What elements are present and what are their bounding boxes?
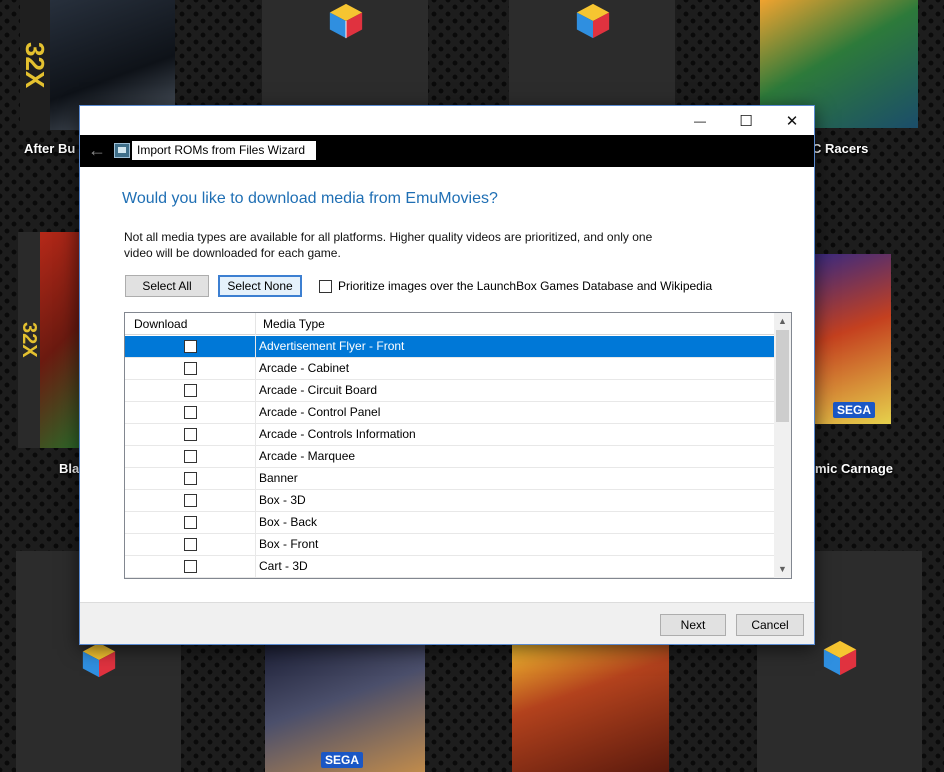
table-row[interactable]: Box - Front bbox=[125, 534, 774, 556]
download-cell[interactable] bbox=[125, 468, 256, 490]
sega-logo: SEGA bbox=[321, 752, 364, 768]
media-type-cell[interactable]: Advertisement Flyer - Front bbox=[256, 336, 774, 358]
page-heading: Would you like to download media from Em… bbox=[122, 190, 498, 207]
media-type-cell[interactable]: Arcade - Controls Information bbox=[256, 424, 774, 446]
minimize-button[interactable]: — bbox=[677, 106, 723, 135]
wizard-nav-bar: ← Import ROMs from Files Wizard bbox=[80, 135, 814, 167]
game-cover-blackthorne[interactable]: 32X bbox=[18, 232, 82, 448]
download-cell[interactable] bbox=[125, 512, 256, 534]
download-checkbox[interactable] bbox=[184, 384, 197, 397]
next-button[interactable]: Next bbox=[660, 614, 726, 636]
column-header-media-type[interactable]: Media Type bbox=[256, 313, 774, 335]
game-label-cosmic-carnage: mic Carnage bbox=[815, 461, 894, 476]
game-label-after-burner: After Bu bbox=[24, 141, 76, 156]
wizard-app-icon bbox=[114, 143, 130, 158]
sega-32x-logo: 32X bbox=[18, 232, 40, 448]
media-type-cell[interactable]: Banner bbox=[256, 468, 774, 490]
launchbox-cube-icon bbox=[576, 3, 610, 39]
media-type-cell[interactable]: Arcade - Circuit Board bbox=[256, 380, 774, 402]
download-checkbox[interactable] bbox=[184, 406, 197, 419]
import-roms-dialog: — ☐ ✕ ← Import ROMs from Files Wizard Wo… bbox=[79, 105, 815, 645]
table-row[interactable]: Box - 3D bbox=[125, 490, 774, 512]
game-cover-cosmic-carnage[interactable]: SEGA bbox=[815, 254, 891, 424]
media-type-cell[interactable]: Arcade - Marquee bbox=[256, 446, 774, 468]
media-type-cell[interactable]: Arcade - Control Panel bbox=[256, 402, 774, 424]
game-label-blackthorne: Bla bbox=[59, 461, 80, 476]
grid-header: Download Media Type bbox=[125, 313, 774, 335]
download-checkbox[interactable] bbox=[184, 494, 197, 507]
download-checkbox[interactable] bbox=[184, 428, 197, 441]
download-cell[interactable] bbox=[125, 534, 256, 556]
dialog-footer: Next Cancel bbox=[80, 602, 814, 644]
maximize-button[interactable]: ☐ bbox=[723, 106, 769, 135]
table-row[interactable]: Arcade - Controls Information bbox=[125, 424, 774, 446]
download-checkbox[interactable] bbox=[184, 538, 197, 551]
media-type-cell[interactable]: Arcade - Cabinet bbox=[256, 358, 774, 380]
download-checkbox[interactable] bbox=[184, 362, 197, 375]
prioritize-images-label: Prioritize images over the LaunchBox Gam… bbox=[338, 279, 713, 293]
table-row[interactable]: Arcade - Marquee bbox=[125, 446, 774, 468]
table-row[interactable]: Arcade - Cabinet bbox=[125, 358, 774, 380]
prioritize-images-option[interactable]: Prioritize images over the LaunchBox Gam… bbox=[319, 279, 712, 293]
table-row[interactable]: Banner bbox=[125, 468, 774, 490]
sega-32x-logo: 32X bbox=[20, 0, 50, 130]
game-cover-doom[interactable] bbox=[512, 640, 669, 772]
download-checkbox[interactable] bbox=[184, 472, 197, 485]
download-cell[interactable] bbox=[125, 446, 256, 468]
select-none-button[interactable]: Select None bbox=[218, 275, 302, 297]
column-header-download[interactable]: Download bbox=[125, 313, 256, 335]
prioritize-images-checkbox[interactable] bbox=[319, 279, 332, 293]
download-cell[interactable] bbox=[125, 556, 256, 578]
wizard-title: Import ROMs from Files Wizard bbox=[132, 141, 316, 160]
table-row[interactable]: Advertisement Flyer - Front bbox=[125, 336, 774, 358]
download-cell[interactable] bbox=[125, 358, 256, 380]
download-checkbox[interactable] bbox=[184, 516, 197, 529]
download-cell[interactable] bbox=[125, 380, 256, 402]
game-label-racers: C Racers bbox=[812, 141, 869, 156]
download-cell[interactable] bbox=[125, 336, 256, 358]
media-type-cell[interactable]: Box - Front bbox=[256, 534, 774, 556]
media-type-grid[interactable]: Download Media Type Advertisement Flyer … bbox=[124, 312, 792, 579]
launchbox-cube-icon bbox=[823, 640, 857, 676]
launchbox-cube-icon bbox=[329, 3, 363, 39]
table-row[interactable]: Cart - 3D bbox=[125, 556, 774, 578]
scroll-up-arrow-icon[interactable]: ▲ bbox=[774, 313, 791, 330]
table-row[interactable]: Arcade - Circuit Board bbox=[125, 380, 774, 402]
download-cell[interactable] bbox=[125, 402, 256, 424]
grid-scrollbar[interactable]: ▲ ▼ bbox=[774, 313, 791, 578]
download-checkbox[interactable] bbox=[184, 560, 197, 573]
scroll-down-arrow-icon[interactable]: ▼ bbox=[774, 561, 791, 578]
download-cell[interactable] bbox=[125, 490, 256, 512]
scrollbar-thumb[interactable] bbox=[776, 330, 789, 422]
back-arrow-icon[interactable]: ← bbox=[86, 139, 108, 161]
download-checkbox[interactable] bbox=[184, 340, 197, 353]
download-checkbox[interactable] bbox=[184, 450, 197, 463]
download-cell[interactable] bbox=[125, 424, 256, 446]
close-button[interactable]: ✕ bbox=[769, 106, 815, 135]
description-text: Not all media types are available for al… bbox=[124, 230, 653, 260]
media-type-cell[interactable]: Box - 3D bbox=[256, 490, 774, 512]
game-cover-megadrive[interactable]: SEGA bbox=[265, 640, 425, 772]
sega-logo: SEGA bbox=[833, 402, 876, 418]
media-type-cell[interactable]: Cart - 3D bbox=[256, 556, 774, 578]
media-type-cell[interactable]: Box - Back bbox=[256, 512, 774, 534]
table-row[interactable]: Box - Back bbox=[125, 512, 774, 534]
window-titlebar[interactable]: — ☐ ✕ bbox=[80, 106, 814, 135]
select-all-button[interactable]: Select All bbox=[125, 275, 209, 297]
table-row[interactable]: Arcade - Control Panel bbox=[125, 402, 774, 424]
launchbox-cube-icon bbox=[82, 642, 116, 678]
cancel-button[interactable]: Cancel bbox=[736, 614, 804, 636]
